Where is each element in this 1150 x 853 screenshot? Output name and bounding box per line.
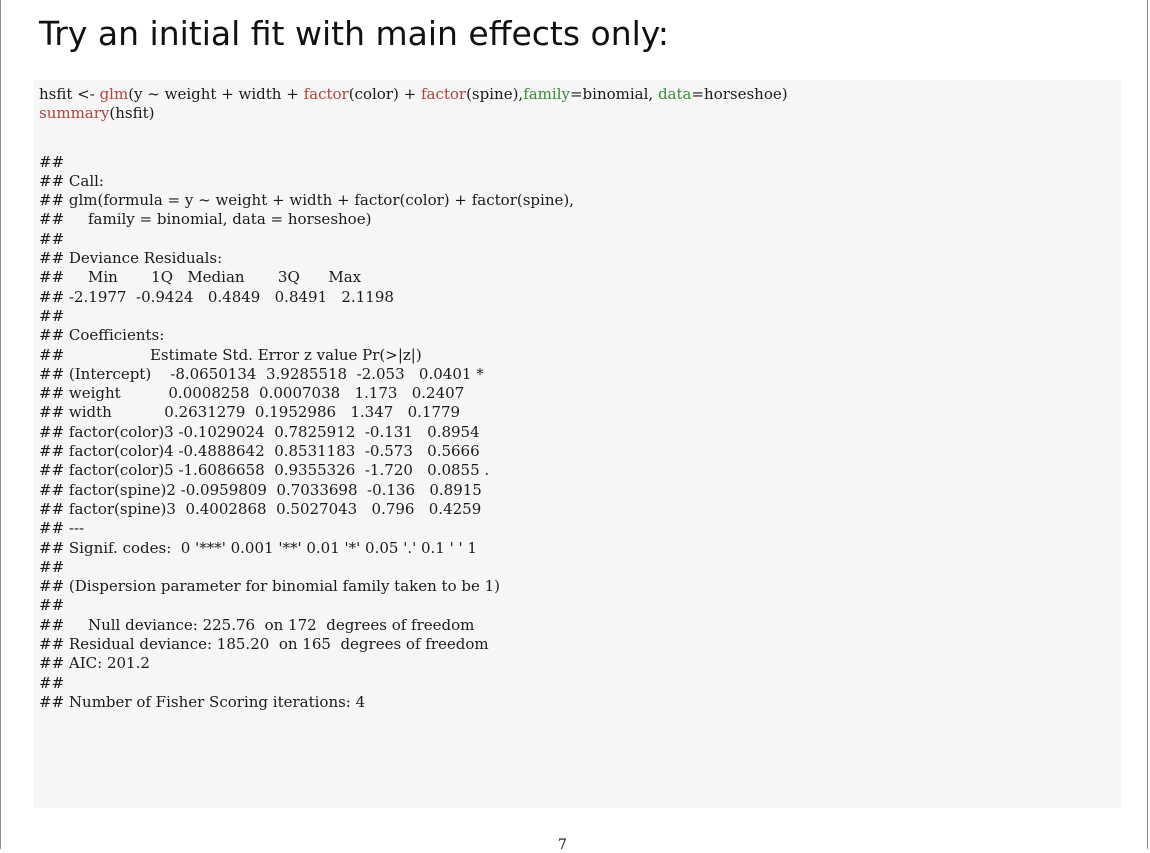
- code-token: (hsfit): [109, 104, 155, 123]
- output-line: ## -2.1977 -0.9424 0.4849 0.8491 2.1198: [39, 287, 394, 306]
- output-line: ## width 0.2631279 0.1952986 1.347 0.177…: [39, 403, 461, 422]
- code-line-summary-call: summary(hsfit): [39, 104, 1116, 123]
- output-line: ## factor(spine)2 -0.0959809 0.7033698 -…: [39, 480, 482, 499]
- output-line: ## (Intercept) -8.0650134 3.9285518 -2.0…: [39, 364, 484, 383]
- code-token: (color) +: [348, 85, 421, 103]
- slide: Try an initial fit with main effects onl…: [0, 0, 1148, 853]
- output-line: ##: [39, 229, 65, 248]
- output-line: ## factor(color)4 -0.4888642 0.8531183 -…: [39, 442, 480, 461]
- output-line: ## AIC: 201.2: [39, 654, 150, 673]
- page-number: 7: [558, 837, 567, 853]
- code-token: (y ~ weight + width +: [128, 85, 304, 103]
- code-argument-family: family: [523, 85, 570, 103]
- output-line: ## Min 1Q Median 3Q Max: [39, 268, 362, 287]
- code-token: =horseshoe): [691, 85, 788, 103]
- output-line: ##: [39, 557, 65, 576]
- output-line: ## Deviance Residuals:: [39, 249, 223, 268]
- output-line: ## Call:: [39, 171, 104, 190]
- output-line: ## Number of Fisher Scoring iterations: …: [39, 692, 366, 711]
- output-line: ## (Dispersion parameter for binomial fa…: [39, 577, 501, 596]
- output-line: ## Estimate Std. Error z value Pr(>|z|): [39, 345, 422, 364]
- output-line: ## Coefficients:: [39, 326, 165, 345]
- output-line: ## glm(formula = y ~ weight + width + fa…: [39, 191, 574, 210]
- output-line: ## ---: [39, 519, 85, 538]
- output-line: ## factor(spine)3 0.4002868 0.5027043 0.…: [39, 499, 482, 518]
- output-line: ##: [39, 673, 65, 692]
- output-line: ##: [39, 596, 65, 615]
- code-argument-data: data: [657, 85, 692, 103]
- output-line: ## family = binomial, data = horseshoe): [39, 210, 372, 229]
- code-line-glm-call: hsfit <- glm(y ~ weight + width + factor…: [39, 85, 1116, 104]
- slide-title: Try an initial fit with main effects onl…: [39, 14, 670, 53]
- code-function-summary: summary: [39, 104, 110, 123]
- code-token: (spine),: [466, 85, 524, 103]
- code-function-factor: factor: [420, 85, 467, 103]
- output-line: ## Residual deviance: 185.20 on 165 degr…: [39, 635, 489, 654]
- code-block: hsfit <- glm(y ~ weight + width + factor…: [34, 80, 1121, 808]
- r-output: ## ## Call: ## glm(formula = y ~ weight …: [39, 153, 1116, 713]
- code-function-factor: factor: [303, 85, 349, 103]
- output-line: ## weight 0.0008258 0.0007038 1.173 0.24…: [39, 384, 465, 403]
- output-line: ## Signif. codes: 0 '***' 0.001 '**' 0.0…: [39, 538, 477, 557]
- code-token: hsfit <-: [39, 85, 100, 103]
- output-line: ##: [39, 152, 65, 171]
- code-token: =binomial,: [569, 85, 658, 103]
- output-line: ## Null deviance: 225.76 on 172 degrees …: [39, 615, 475, 634]
- output-line: ## factor(color)5 -1.6086658 0.9355326 -…: [39, 461, 490, 480]
- code-function-glm: glm: [99, 85, 129, 103]
- output-line: ## factor(color)3 -0.1029024 0.7825912 -…: [39, 422, 480, 441]
- output-line: ##: [39, 306, 65, 325]
